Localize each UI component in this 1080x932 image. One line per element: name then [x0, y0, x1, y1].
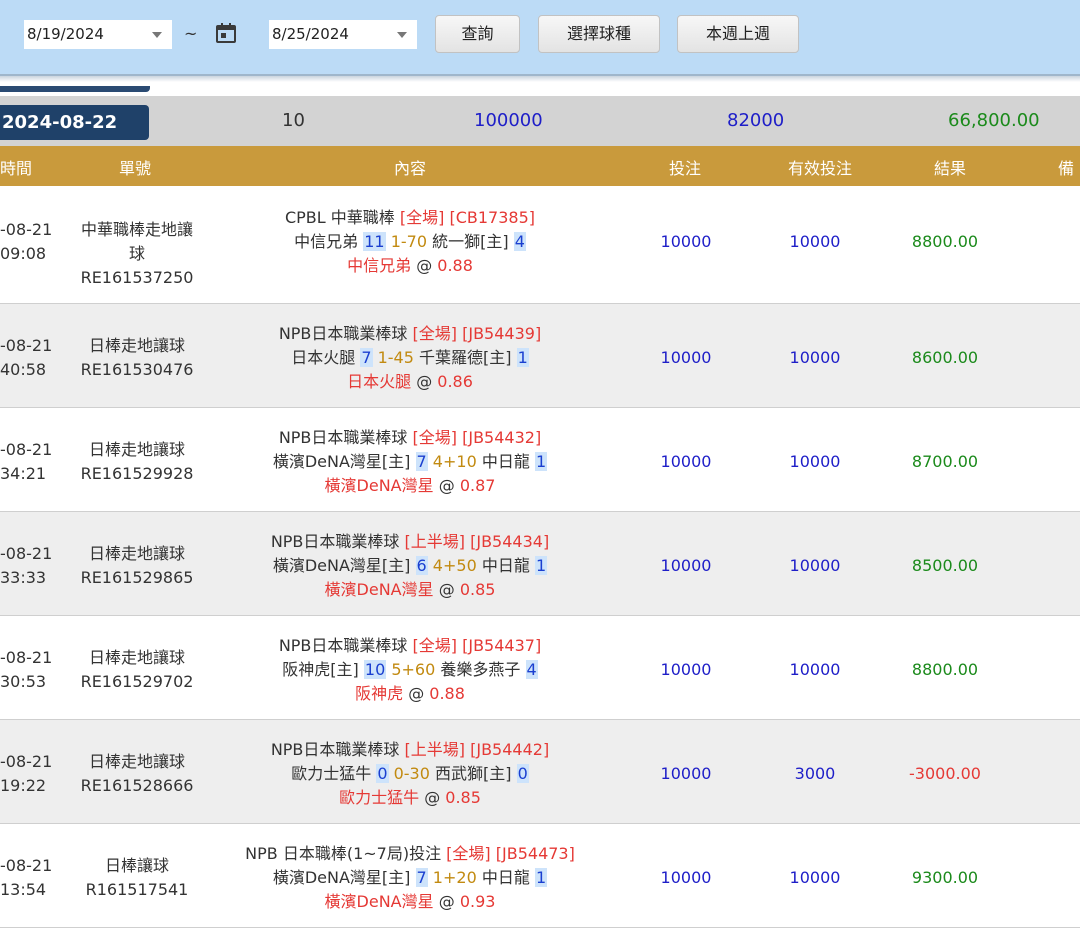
bet-result: 8500.00 — [911, 556, 979, 575]
choose-sport-button[interactable]: 選擇球種 — [538, 15, 660, 53]
bet-content: NPB日本職業棒球 [全場] [JB54439] 日本火腿 7 1-45 千葉羅… — [278, 324, 542, 391]
table-row[interactable]: -08-21 13:54 日棒讓球 R161517541 NPB 日本職棒(1~7局… — [0, 824, 1080, 928]
bet-stake: 10000 — [660, 556, 712, 575]
query-button[interactable]: 查詢 — [435, 15, 520, 53]
table-row[interactable]: -08-21 33:33 日棒走地讓球 RE161529865 NPB日本職業棒球 … — [0, 512, 1080, 616]
bet-stake: 10000 — [660, 660, 712, 679]
this-last-week-button[interactable]: 本週上週 — [677, 15, 799, 53]
bet-stake: 10000 — [660, 764, 712, 783]
summary-date[interactable]: 2024-08-22 — [0, 105, 149, 140]
bet-result: 9300.00 — [911, 868, 979, 887]
bet-stake: 10000 — [660, 868, 712, 887]
col-result: 結果 — [933, 159, 966, 178]
bet-valid-stake: 10000 — [789, 556, 841, 575]
bet-time: -08-21 09:08 — [0, 220, 53, 263]
bet-result: 8800.00 — [911, 232, 979, 251]
bet-content: NPB日本職業棒球 [全場] [JB54432] 橫濱DeNA灣星[主] 7 4… — [272, 428, 548, 495]
col-time: 時間 — [0, 159, 33, 178]
bet-result: -3000.00 — [909, 764, 981, 783]
start-date-select[interactable]: 8/19/2024 — [24, 20, 172, 49]
bet-type-ticket: 日棒走地讓球 RE161529702 — [80, 648, 194, 691]
summary-total-valid: 82000 — [727, 110, 785, 131]
bet-stake: 10000 — [660, 348, 712, 367]
bet-type-ticket: 日棒走地讓球 RE161528666 — [80, 752, 194, 795]
table-row[interactable]: -08-21 09:08 中華職棒走地讓球 RE161537250 CPBL 中華職… — [0, 188, 1080, 304]
bet-time: -08-21 13:54 — [0, 856, 53, 899]
bet-valid-stake: 10000 — [789, 452, 841, 471]
date-range-separator: ~ — [184, 24, 198, 43]
bet-stake: 10000 — [660, 452, 712, 471]
col-valid: 有效投注 — [787, 159, 852, 178]
bet-content: NPB日本職業棒球 [上半場] [JB54434] 橫濱DeNA灣星[主] 6 … — [270, 532, 550, 599]
bet-result: 8700.00 — [911, 452, 979, 471]
bet-result: 8800.00 — [911, 660, 979, 679]
bet-time: -08-21 30:53 — [0, 648, 53, 691]
bet-time: -08-21 33:33 — [0, 544, 53, 587]
col-stake: 投注 — [668, 159, 701, 178]
start-date-value: 8/19/2024 — [27, 25, 104, 43]
bet-time: -08-21 40:58 — [0, 336, 53, 379]
chevron-down-icon — [397, 32, 407, 38]
chevron-down-icon — [152, 32, 162, 38]
bet-content: NPB日本職業棒球 [上半場] [JB54442] 歐力士猛牛 0 0-30 西… — [270, 740, 550, 807]
bet-time: -08-21 19:22 — [0, 752, 53, 795]
bet-type-ticket: 日棒讓球 R161517541 — [85, 856, 189, 899]
bet-type-ticket: 日棒走地讓球 RE161529865 — [80, 544, 194, 587]
col-remark: 備 — [1058, 159, 1075, 178]
bet-time: -08-21 34:21 — [0, 440, 53, 483]
daily-summary-row[interactable]: 2024-08-22 10 100000 82000 66,800.00 — [0, 96, 1080, 146]
bet-stake: 10000 — [660, 232, 712, 251]
table-row[interactable]: -08-21 30:53 日棒走地讓球 RE161529702 NPB日本職業棒球 … — [0, 616, 1080, 720]
bet-content: CPBL 中華職棒 [全場] [CB17385] 中信兄弟 11 1-70 統一… — [284, 208, 536, 275]
toolbar-shadow — [0, 76, 1080, 82]
calendar-icon[interactable] — [214, 21, 238, 45]
bet-valid-stake: 10000 — [789, 348, 841, 367]
end-date-select[interactable]: 8/25/2024 — [269, 20, 417, 49]
table-header: 時間 單號 內容 投注 有效投注 結果 備 — [0, 146, 1080, 186]
bet-valid-stake: 10000 — [789, 868, 841, 887]
filter-toolbar: 8/19/2024 ~ 8/25/2024 查詢 選擇球種 本週上週 — [0, 0, 1080, 76]
table-row[interactable]: -08-21 34:21 日棒走地讓球 RE161529928 NPB日本職業棒球 … — [0, 408, 1080, 512]
table-row[interactable]: -08-21 40:58 日棒走地讓球 RE161530476 NPB日本職業棒球 … — [0, 304, 1080, 408]
bet-type-ticket: 日棒走地讓球 RE161530476 — [80, 336, 194, 379]
end-date-value: 8/25/2024 — [272, 25, 349, 43]
bet-content: NPB日本職業棒球 [全場] [JB54437] 阪神虎[主] 10 5+60 … — [278, 636, 542, 703]
summary-total-result: 66,800.00 — [948, 110, 1040, 131]
col-content: 內容 — [393, 159, 426, 178]
bet-type-ticket: 日棒走地讓球 RE161529928 — [80, 440, 194, 483]
bet-valid-stake: 10000 — [789, 232, 841, 251]
col-ticket: 單號 — [118, 159, 151, 178]
table-row[interactable]: -08-21 19:22 日棒走地讓球 RE161528666 NPB日本職業棒球 … — [0, 720, 1080, 824]
bet-type-ticket: 中華職棒走地讓球 RE161537250 — [80, 220, 194, 287]
bet-result: 8600.00 — [911, 348, 979, 367]
bet-valid-stake: 10000 — [789, 660, 841, 679]
summary-tab-edge — [0, 86, 150, 92]
summary-total-stake: 100000 — [474, 110, 543, 131]
bet-content: NPB 日本職棒(1~7局)投注 [全場] [JB54473] 橫濱DeNA灣星… — [245, 844, 575, 911]
summary-count: 10 — [282, 110, 305, 131]
bet-valid-stake: 3000 — [794, 764, 836, 783]
